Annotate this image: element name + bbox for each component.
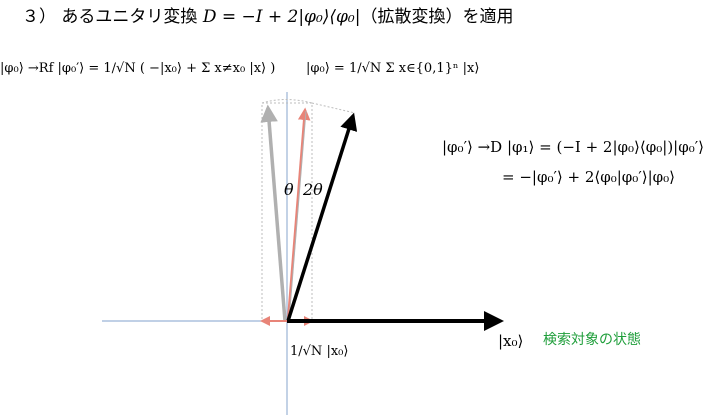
- x0-label: |x₀⟩: [498, 332, 524, 350]
- vector-diagram: [102, 92, 504, 415]
- slide: ３） あるユニタリ変換 D = −I + 2|φ₀⟩⟨φ₀|（拡散変換）を適用 …: [0, 0, 724, 419]
- theta-label: θ: [284, 180, 294, 199]
- target-state-label: 検索対象の状態: [543, 332, 641, 348]
- x0-component-label: 1/√N |x₀⟩: [290, 344, 349, 359]
- arc-extension: [311, 102, 356, 114]
- reflected-vector-arrow: [260, 104, 287, 322]
- two-theta-label: 2θ: [303, 180, 323, 199]
